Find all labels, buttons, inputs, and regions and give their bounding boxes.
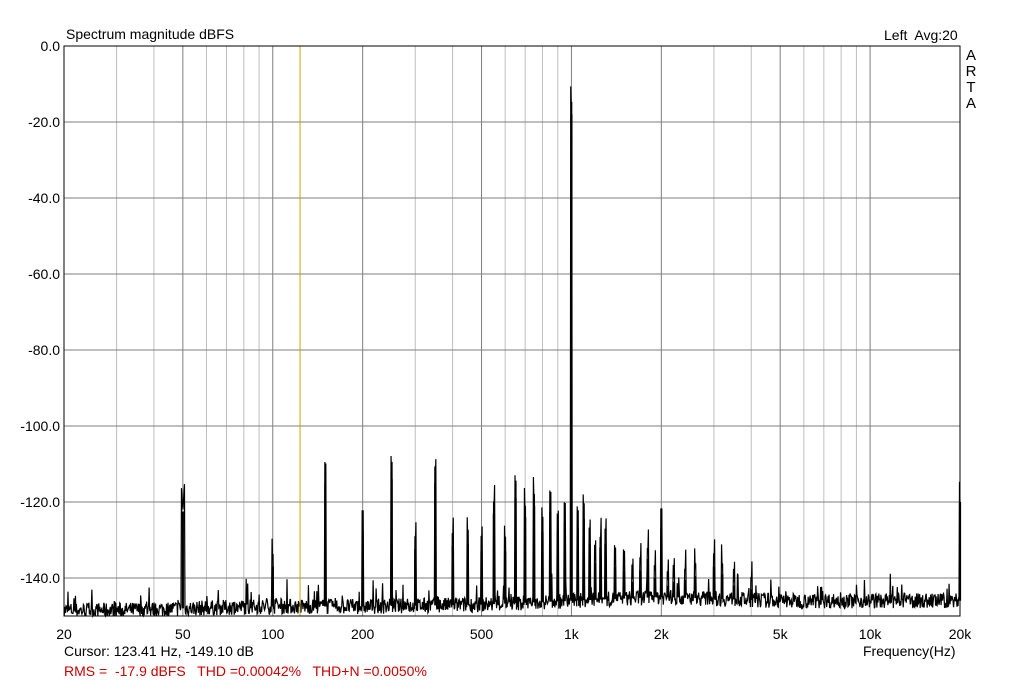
chart-title: Spectrum magnitude dBFS	[66, 26, 235, 42]
x-tick-labels: 20 50 100 200 500 1k 2k 5k 10k 20k	[56, 626, 972, 642]
x-tick-label: 50	[175, 626, 191, 642]
y-tick-label: -100.0	[20, 418, 60, 434]
spectrum-chart: 20 50 100 200 500 1k 2k 5k 10k 20k 0.0 -20.0 -40.0 -…	[20, 38, 972, 642]
x-axis-label: Frequency(Hz)	[863, 643, 956, 659]
x-tick-label: 200	[351, 626, 375, 642]
arta-letter-2: T	[966, 79, 976, 96]
x-tick-label: 10k	[859, 626, 883, 642]
arta-letter-1: R	[965, 63, 977, 80]
y-tick-label: 0.0	[41, 38, 61, 54]
x-tick-label: 20k	[949, 626, 973, 642]
y-tick-labels: 0.0 -20.0 -40.0 -60.0 -80.0 -100.0 -120.0 -140.…	[20, 38, 60, 586]
x-tick-label: 1k	[564, 626, 580, 642]
channel-averaging-label: Left Avg:20	[884, 27, 958, 43]
arta-letter-0: A	[965, 47, 976, 64]
x-tick-label: 100	[261, 626, 285, 642]
averaging-label: Avg:20	[914, 27, 958, 43]
channel-label: Left	[884, 27, 908, 43]
y-tick-label: -80.0	[28, 342, 60, 358]
x-tick-label: 2k	[654, 626, 670, 642]
y-tick-label: -20.0	[28, 114, 60, 130]
y-tick-label: -140.0	[20, 570, 60, 586]
arta-letter-3: A	[965, 95, 976, 112]
arta-brand: ARTA	[965, 48, 977, 112]
y-tick-label: -40.0	[28, 190, 60, 206]
y-tick-label: -120.0	[20, 494, 60, 510]
plot-area	[64, 46, 960, 616]
x-tick-label: 5k	[773, 626, 789, 642]
x-tick-label: 500	[470, 626, 494, 642]
y-tick-label: -60.0	[28, 266, 60, 282]
x-tick-label: 20	[56, 626, 72, 642]
stats-readout: RMS = -17.9 dBFS THD =0.00042% THD+N =0.…	[64, 663, 427, 679]
cursor-readout: Cursor: 123.41 Hz, -149.10 dB	[64, 643, 254, 659]
